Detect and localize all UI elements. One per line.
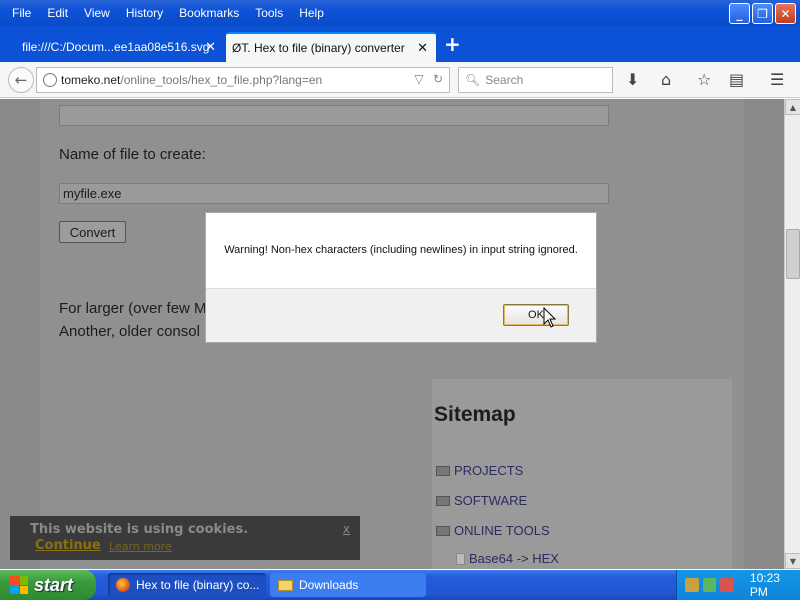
- search-input[interactable]: 🔍︎ Search: [458, 67, 613, 93]
- reload-icon[interactable]: ↻: [433, 72, 443, 86]
- tab-bar: file:///C:/Docum...ee1aa08e516.svg ✕ ØT.…: [0, 26, 800, 62]
- menu-edit[interactable]: Edit: [39, 6, 76, 20]
- hamburger-menu-icon[interactable]: ☰: [770, 70, 784, 89]
- hex-input-field[interactable]: [59, 105, 609, 126]
- folder-icon: [436, 465, 450, 476]
- system-tray: 10:23 PM: [676, 570, 800, 600]
- menu-bookmarks[interactable]: Bookmarks: [171, 6, 247, 20]
- sitemap-link[interactable]: PROJECTS: [454, 463, 523, 478]
- filename-label: Name of file to create:: [59, 146, 206, 163]
- taskbar-item-firefox[interactable]: Hex to file (binary) co...: [108, 573, 266, 597]
- sitemap-panel: Sitemap PROJECTS SOFTWARE ONLINE TOOLS B…: [432, 379, 732, 569]
- convert-button[interactable]: Convert: [59, 221, 126, 243]
- minimize-button[interactable]: _: [729, 3, 750, 24]
- mouse-cursor-icon: [543, 307, 557, 328]
- vertical-scrollbar[interactable]: ▲ ▼: [784, 99, 800, 569]
- tab-label: ØT. Hex to file (binary) converter: [232, 41, 405, 55]
- tab-label: file:///C:/Docum...ee1aa08e516.svg: [22, 40, 210, 54]
- address-bar[interactable]: tomeko.net/online_tools/hex_to_file.php?…: [36, 67, 450, 93]
- cookie-banner: This website is using cookies. Continue …: [10, 516, 360, 560]
- cookie-message: This website is using cookies.: [30, 522, 249, 537]
- scroll-down-arrow-icon[interactable]: ▼: [785, 553, 800, 569]
- url-path: /online_tools/hex_to_file.php?lang=en: [120, 73, 323, 87]
- window-controls: _ ❐ ✕: [729, 3, 796, 24]
- network-icon[interactable]: [685, 578, 699, 592]
- reading-list-icon[interactable]: ▤: [729, 70, 744, 89]
- search-icon: 🔍︎: [465, 73, 481, 87]
- taskbar-item-downloads[interactable]: Downloads: [270, 573, 426, 597]
- cookie-continue-link[interactable]: Continue: [35, 538, 101, 553]
- new-tab-icon[interactable]: +: [444, 32, 461, 56]
- security-center-icon[interactable]: [702, 578, 717, 592]
- tab-hex-converter[interactable]: ØT. Hex to file (binary) converter ✕: [226, 32, 436, 62]
- dropdown-icon[interactable]: ▽: [414, 72, 423, 86]
- menu-view[interactable]: View: [76, 6, 118, 20]
- taskbar-item-label: Hex to file (binary) co...: [136, 578, 260, 592]
- cookie-close-icon[interactable]: x: [343, 522, 350, 536]
- scrollbar-thumb[interactable]: [786, 229, 800, 279]
- cookie-learn-more-link[interactable]: Learn more: [109, 540, 172, 553]
- firefox-icon: [116, 578, 130, 592]
- alert-footer: OK: [206, 288, 596, 342]
- info-text-line-2: Another, older consol: [59, 323, 200, 340]
- url-host: tomeko.net: [61, 73, 121, 87]
- url-actions: ▽ ↻: [414, 72, 443, 86]
- menu-bar: File Edit View History Bookmarks Tools H…: [0, 0, 332, 26]
- start-label: start: [34, 574, 74, 595]
- page-icon: [456, 552, 465, 565]
- back-button[interactable]: ←: [8, 67, 34, 93]
- clock: 10:23 PM: [749, 571, 780, 599]
- close-window-button[interactable]: ✕: [775, 3, 796, 24]
- taskbar-item-label: Downloads: [299, 578, 359, 592]
- tab-close-icon[interactable]: ✕: [417, 40, 428, 56]
- sitemap-item-base64-hex[interactable]: Base64 -> HEX: [456, 551, 559, 566]
- shield-icon[interactable]: [720, 578, 734, 592]
- start-button[interactable]: start: [0, 570, 96, 600]
- tab-close-icon[interactable]: ✕: [205, 39, 216, 55]
- folder-open-icon: [436, 525, 450, 536]
- title-bar: File Edit View History Bookmarks Tools H…: [0, 0, 800, 26]
- alert-dialog: Warning! Non-hex characters (including n…: [205, 212, 597, 343]
- info-text-line-1: For larger (over few M: [59, 300, 207, 317]
- menu-history[interactable]: History: [118, 6, 171, 20]
- taskbar: start Hex to file (binary) co... Downloa…: [0, 570, 800, 600]
- back-arrow-icon: ←: [14, 71, 28, 89]
- windows-logo-icon: [10, 576, 28, 594]
- sitemap-link[interactable]: SOFTWARE: [454, 493, 527, 508]
- menu-tools[interactable]: Tools: [247, 6, 291, 20]
- menu-help[interactable]: Help: [291, 6, 332, 20]
- download-icon[interactable]: ⬇: [626, 70, 639, 89]
- sitemap-title: Sitemap: [434, 403, 516, 426]
- scroll-up-arrow-icon[interactable]: ▲: [785, 99, 800, 115]
- sitemap-item-online-tools[interactable]: ONLINE TOOLS: [436, 523, 550, 538]
- sitemap-link[interactable]: Base64 -> HEX: [469, 551, 559, 566]
- sitemap-item-projects[interactable]: PROJECTS: [436, 463, 523, 478]
- restore-button[interactable]: ❐: [752, 3, 773, 24]
- filename-input[interactable]: myfile.exe: [59, 183, 609, 204]
- ok-button[interactable]: OK: [503, 304, 569, 326]
- sitemap-link[interactable]: ONLINE TOOLS: [454, 523, 550, 538]
- search-placeholder: Search: [485, 73, 524, 87]
- menu-file[interactable]: File: [4, 6, 39, 20]
- alert-message: Warning! Non-hex characters (including n…: [224, 244, 578, 256]
- sitemap-item-software[interactable]: SOFTWARE: [436, 493, 527, 508]
- navigation-bar: ← tomeko.net/online_tools/hex_to_file.ph…: [0, 62, 800, 98]
- bookmark-star-icon[interactable]: ☆: [697, 70, 711, 89]
- folder-icon: [436, 495, 450, 506]
- tab-svg-file[interactable]: file:///C:/Docum...ee1aa08e516.svg ✕: [14, 32, 224, 62]
- home-icon[interactable]: ⌂: [661, 70, 671, 89]
- folder-icon: [278, 579, 293, 591]
- globe-icon: [43, 73, 57, 87]
